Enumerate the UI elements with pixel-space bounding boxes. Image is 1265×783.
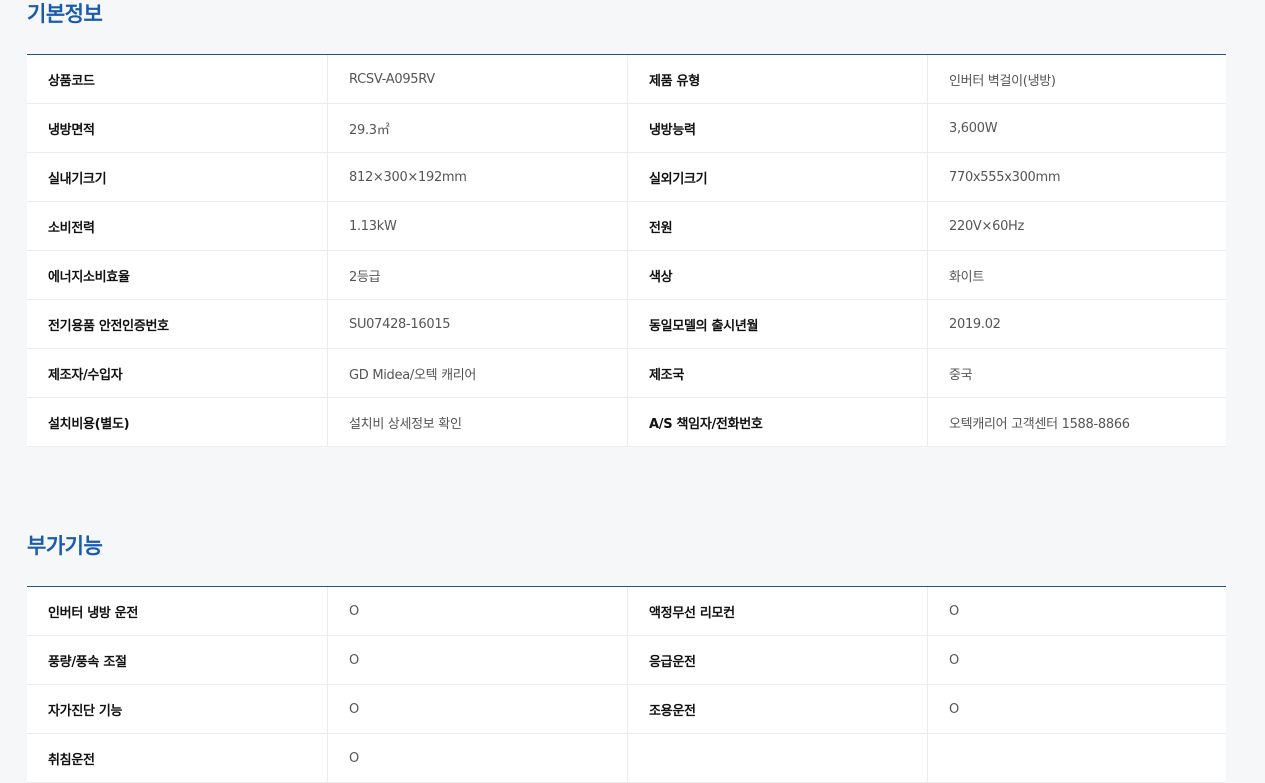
spec-value: O: [927, 636, 1226, 684]
spec-value: 2등급: [327, 251, 627, 299]
spec-label: 전원: [627, 202, 927, 250]
spec-value: 화이트: [927, 251, 1226, 299]
spec-value: SU07428-16015: [327, 300, 627, 348]
spec-value: [927, 734, 1226, 782]
spec-label: 전기용품 안전인증번호: [48, 318, 169, 334]
table-row: 풍량/풍속 조절 O 응급운전 O: [27, 636, 1226, 685]
spec-label: 실외기크기: [627, 153, 927, 201]
spec-value: 설치비 상세정보 확인: [327, 398, 627, 446]
table-row: 자가진단 기능 O 조용운전 O: [27, 685, 1226, 734]
spec-label: 실내기크기: [48, 171, 107, 187]
spec-value: 3,600W: [927, 104, 1226, 152]
spec-value: O: [327, 587, 627, 635]
spec-label: 소비전력: [48, 220, 95, 236]
spec-label: 냉방능력: [627, 104, 927, 152]
spec-value: O: [327, 636, 627, 684]
spec-value: 1.13kW: [327, 202, 627, 250]
spec-value: 770x555x300mm: [927, 153, 1226, 201]
spec-value: 812×300×192mm: [327, 153, 627, 201]
spec-label: 액정무선 리모컨: [627, 587, 927, 635]
spec-value: O: [927, 587, 1226, 635]
table-row: 소비전력 1.13kW 전원 220V×60Hz: [27, 202, 1226, 251]
extra-features-table: 인버터 냉방 운전 O 액정무선 리모컨 O 풍량/풍속 조절 O 응급운전 O 자가진단 기능…: [27, 586, 1226, 783]
spec-label: 제조자/수입자: [48, 367, 123, 383]
spec-label: 색상: [627, 251, 927, 299]
spec-value: O: [927, 685, 1226, 733]
spec-value: 220V×60Hz: [927, 202, 1226, 250]
table-row: 냉방면적 29.3㎡ 냉방능력 3,600W: [27, 104, 1226, 153]
spec-value: 29.3㎡: [327, 104, 627, 152]
table-row: 에너지소비효율 2등급 색상 화이트: [27, 251, 1226, 300]
spec-label: 설치비용(별도): [48, 416, 130, 432]
table-row: 제조자/수입자 GD Midea/오텍 캐리어 제조국 중국: [27, 349, 1226, 398]
table-row: 취침운전 O: [27, 734, 1226, 783]
spec-label: [627, 734, 927, 782]
spec-value: 오텍캐리어 고객센터 1588-8866: [927, 398, 1226, 446]
spec-label: 상품코드: [48, 73, 95, 89]
spec-value: 중국: [927, 349, 1226, 397]
basic-info-table: 상품코드 RCSV-A095RV 제품 유형 인버터 벽걸이(냉방) 냉방면적 29.3㎡…: [27, 54, 1226, 447]
spec-value: 인버터 벽걸이(냉방): [927, 55, 1226, 103]
table-row: 설치비용(별도) 설치비 상세정보 확인 A/S 책임자/전화번호 오텍캐리어 고객센…: [27, 398, 1226, 447]
spec-label: A/S 책임자/전화번호: [627, 398, 927, 446]
basic-info-title: 기본정보: [27, 2, 103, 26]
spec-label: 제조국: [627, 349, 927, 397]
spec-value: O: [327, 685, 627, 733]
spec-label: 자가진단 기능: [48, 703, 123, 719]
spec-label: 동일모델의 출시년월: [627, 300, 927, 348]
spec-label: 조용운전: [627, 685, 927, 733]
spec-value: RCSV-A095RV: [327, 55, 627, 103]
spec-label: 제품 유형: [627, 55, 927, 103]
table-row: 상품코드 RCSV-A095RV 제품 유형 인버터 벽걸이(냉방): [27, 55, 1226, 104]
spec-value: 2019.02: [927, 300, 1226, 348]
table-row: 전기용품 안전인증번호 SU07428-16015 동일모델의 출시년월 2019.0…: [27, 300, 1226, 349]
spec-label: 취침운전: [48, 752, 95, 768]
spec-label: 인버터 냉방 운전: [48, 605, 139, 621]
spec-label: 응급운전: [627, 636, 927, 684]
spec-label: 냉방면적: [48, 122, 95, 138]
spec-value: O: [327, 734, 627, 782]
table-row: 실내기크기 812×300×192mm 실외기크기 770x555x300mm: [27, 153, 1226, 202]
table-row: 인버터 냉방 운전 O 액정무선 리모컨 O: [27, 587, 1226, 636]
spec-value: GD Midea/오텍 캐리어: [327, 349, 627, 397]
spec-label: 에너지소비효율: [48, 269, 130, 285]
extra-features-title: 부가기능: [27, 534, 103, 558]
spec-label: 풍량/풍속 조절: [48, 654, 127, 670]
